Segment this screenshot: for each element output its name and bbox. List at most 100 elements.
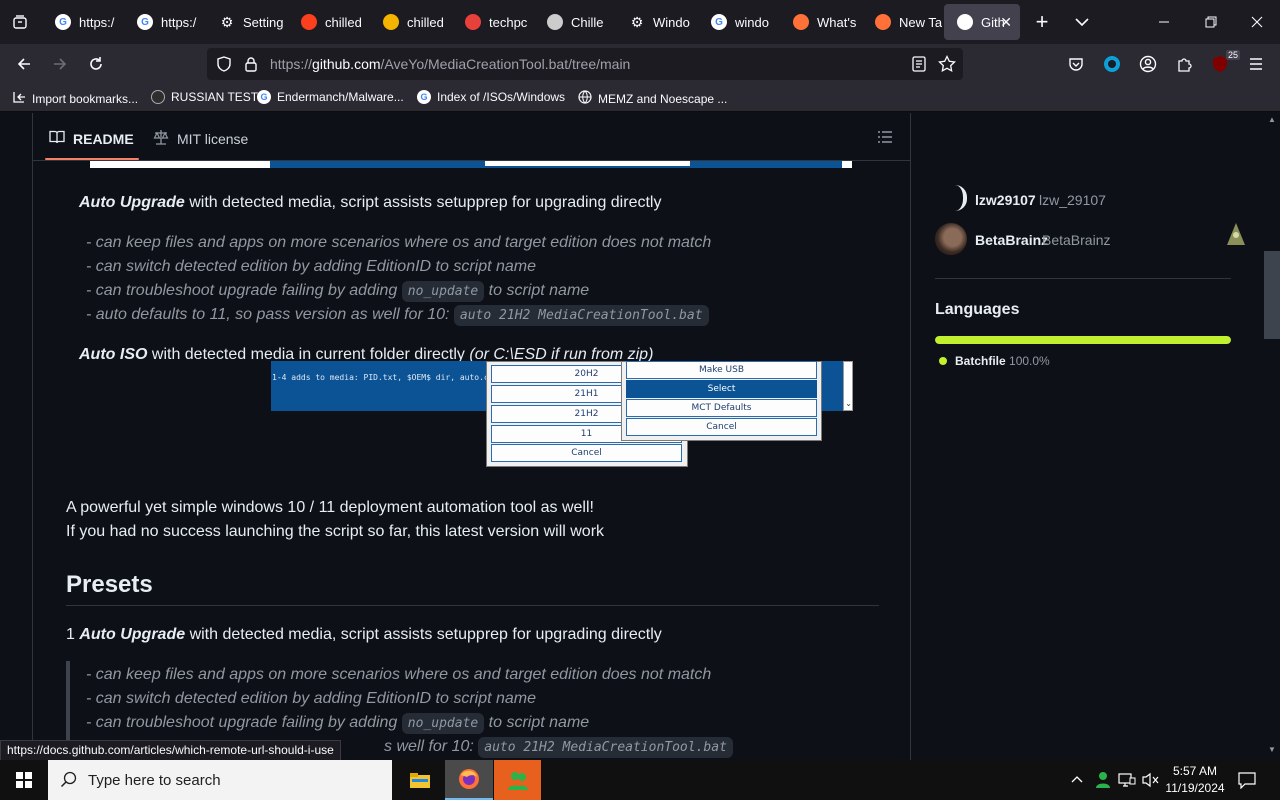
scrollbar-thumb[interactable] (1264, 251, 1280, 339)
action-cancel-button: Cancel (626, 418, 817, 436)
bookmark-endermanch[interactable]: G Endermanch/Malware... (257, 90, 404, 104)
bookmark-star-icon[interactable] (938, 54, 956, 78)
screenshot-console-line: 1-4 adds to media: PID.txt, $OEM$ dir, a… (272, 373, 489, 382)
extensions-puzzle-icon[interactable] (1168, 48, 1200, 80)
google-icon: G (257, 90, 271, 104)
url-bar[interactable]: https://github.com/AveYo/MediaCreationTo… (207, 48, 963, 80)
taskbar-search-box[interactable]: Type here to search (48, 760, 392, 800)
list-item: s well for 10: auto 21H2 MediaCreationTo… (384, 737, 733, 758)
section-auto-upgrade-title: Auto Upgrade with detected media, script… (79, 194, 662, 211)
contributor-handle[interactable]: lzw_29107 (1039, 192, 1106, 208)
ublock-extension-icon[interactable]: 25 (1204, 48, 1241, 80)
browser-tab[interactable]: Chille (534, 4, 614, 40)
languages-heading: Languages (935, 301, 1020, 318)
import-icon (12, 90, 26, 107)
scale-icon (153, 129, 169, 148)
show-hidden-icons-chevron-icon[interactable] (1070, 772, 1084, 791)
shield-icon[interactable] (216, 56, 232, 77)
browser-tab[interactable]: chilled (370, 4, 450, 40)
list-tabs-chevron-icon[interactable] (1066, 6, 1098, 38)
tab-overview-icon[interactable] (4, 6, 36, 38)
page-scrollbar[interactable]: ▲ ▼ (1264, 113, 1280, 760)
contributor-handle[interactable]: BetaBrainz (1042, 232, 1110, 248)
language-dot (939, 357, 947, 365)
back-button[interactable] (8, 48, 40, 80)
bookmark-import[interactable]: Import bookmarks... (12, 90, 138, 107)
minimize-button[interactable] (1148, 6, 1180, 38)
tab-label: New Ta (899, 14, 942, 30)
bookmark-index-isos[interactable]: G Index of /ISOs/Windows (417, 90, 565, 104)
close-tab-icon[interactable]: ✕ (1000, 14, 1012, 31)
tab-license[interactable]: MIT license (153, 129, 248, 148)
inline-code: no_update (401, 713, 485, 734)
bookmark-memz[interactable]: MEMZ and Noescape ... (578, 90, 727, 107)
bookmark-russian-test[interactable]: RUSSIAN TEST (151, 90, 258, 104)
browser-tab[interactable]: ⚙ Setting (206, 4, 286, 40)
extension-badge: 25 (1226, 50, 1241, 60)
pocket-icon[interactable] (1060, 48, 1092, 80)
screenshot-scroll-chevron-icon: ⌄ (845, 399, 852, 408)
browser-tab[interactable]: Ghttps:/ (42, 4, 122, 40)
tab-label: What's (817, 14, 857, 30)
forward-button[interactable] (44, 48, 76, 80)
language-item[interactable]: Batchfile 100.0% (939, 354, 1050, 368)
tab-label: techpc (489, 14, 528, 30)
tab-readme[interactable]: README (49, 129, 134, 148)
restore-button[interactable] (1195, 6, 1227, 38)
cat-icon (547, 14, 563, 30)
outline-list-icon[interactable] (877, 129, 893, 150)
inline-code: no_update (401, 281, 485, 302)
app-taskbar-icon[interactable] (494, 760, 541, 800)
tab-bar: Ghttps:/Ghttps:/⚙ Setting chilled chilled te… (0, 0, 1280, 44)
browser-tab[interactable]: What's (780, 4, 860, 40)
url-text[interactable]: https://github.com/AveYo/MediaCreationTo… (270, 56, 630, 72)
action-button: Make USB (626, 361, 817, 379)
volume-muted-icon[interactable] (1142, 772, 1160, 793)
contributor-row[interactable]: BetaBrainz BetaBrainz (935, 223, 1235, 255)
gear-icon: ⚙ (630, 13, 644, 30)
lock-icon[interactable] (244, 56, 258, 77)
new-tab-button[interactable]: + (1026, 6, 1058, 38)
reader-view-icon[interactable] (912, 56, 926, 77)
contributor-name[interactable]: BetaBrainz (975, 232, 1048, 248)
clock-date: 11/19/2024 (1165, 781, 1225, 795)
account-icon[interactable] (1132, 48, 1164, 80)
sidebar-divider (935, 278, 1231, 279)
tab-label: chilled (325, 14, 362, 30)
avatar (955, 185, 967, 211)
readme-header: README MIT license (33, 113, 910, 161)
browser-tab[interactable]: Ghttps:/ (124, 4, 204, 40)
browser-tab[interactable]: New Ta (862, 4, 942, 40)
firefox-taskbar-icon[interactable] (445, 760, 493, 800)
intro-line: A powerful yet simple windows 10 / 11 de… (66, 499, 594, 516)
file-explorer-taskbar-icon[interactable] (398, 760, 442, 800)
reload-button[interactable] (80, 48, 112, 80)
people-tray-icon[interactable] (1095, 771, 1111, 794)
list-item: - can keep files and apps on more scenar… (86, 234, 712, 251)
network-icon[interactable] (1118, 772, 1136, 793)
start-button[interactable] (0, 760, 48, 800)
mascot-icon (1225, 221, 1247, 249)
contributor-name[interactable]: lzw29107 (975, 192, 1036, 208)
language-bar (935, 336, 1231, 344)
notification-icon[interactable] (1238, 771, 1256, 794)
browser-tab[interactable]: techpc (452, 4, 532, 40)
scrollbar-down-arrow[interactable]: ▼ (1268, 745, 1276, 754)
clock[interactable]: 5:57 AM 11/19/2024 (1163, 763, 1227, 797)
browser-tab[interactable]: Gwindo (698, 4, 778, 40)
close-window-button[interactable] (1241, 6, 1273, 38)
clock-time: 5:57 AM (1172, 764, 1218, 778)
vpn-extension-icon[interactable] (1096, 48, 1128, 80)
menu-hamburger-icon[interactable] (1240, 48, 1272, 80)
browser-tab[interactable]: ⚙ Windo (616, 4, 696, 40)
scrollbar-up-arrow[interactable]: ▲ (1268, 115, 1276, 124)
github-icon (957, 14, 973, 30)
tab-label: https:/ (161, 14, 197, 30)
contributor-row[interactable]: lzw29107 lzw_29107 (935, 185, 1235, 215)
intro-line-italic: If you had no success launching the scri… (66, 523, 605, 540)
firefox-icon (875, 14, 891, 30)
browser-tab[interactable]: Gith ✕ (944, 4, 1020, 40)
browser-tab[interactable]: chilled (288, 4, 368, 40)
list-item: - can switch detected edition by adding … (86, 258, 537, 275)
tab-label: Windo (653, 14, 690, 30)
